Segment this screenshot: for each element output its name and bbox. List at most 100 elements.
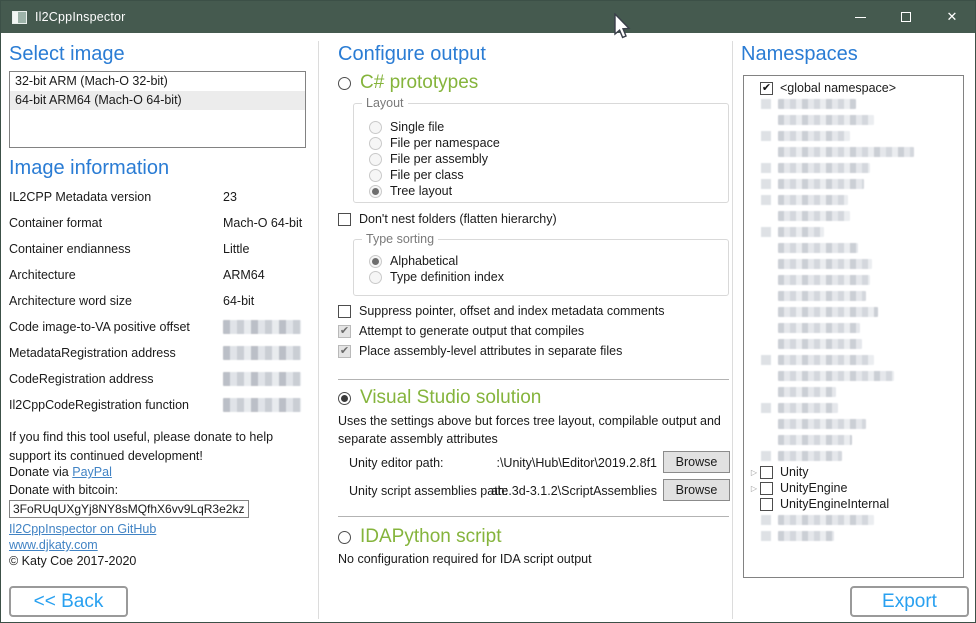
csharp-prototypes-radio[interactable] (338, 77, 351, 90)
assembly-attributes-option[interactable]: ✔ Place assembly-level attributes in sep… (338, 343, 622, 359)
redacted-bar (778, 323, 860, 333)
redacted-checkbox (761, 131, 771, 141)
section-divider (338, 379, 729, 380)
namespace-item-redacted (744, 160, 963, 176)
redacted-checkbox (761, 451, 771, 461)
close-icon: ✕ (947, 9, 958, 25)
info-row: Il2CppCodeRegistration function (9, 398, 309, 418)
bitcoin-address-input[interactable] (9, 500, 249, 518)
unityengineinternal-label: UnityEngineInternal (780, 497, 889, 511)
left-column-divider (318, 41, 319, 619)
export-button[interactable]: Export (850, 586, 969, 617)
layout-option-file-per-namespace[interactable]: File per namespace (369, 135, 728, 151)
minimize-button[interactable] (837, 1, 883, 33)
global-namespace-checkbox[interactable]: ✔ (760, 82, 773, 95)
sorting-option-type-definition-index[interactable]: Type definition index (369, 269, 728, 285)
visual-studio-radio[interactable] (338, 392, 351, 405)
title-bar[interactable]: Il2CppInspector ✕ (1, 1, 975, 33)
compilable-output-option[interactable]: ✔ Attempt to generate output that compil… (338, 323, 584, 339)
expander-icon[interactable]: ▷ (748, 468, 760, 477)
compilable-output-checkbox[interactable]: ✔ (338, 325, 351, 338)
info-label: CodeRegistration address (9, 372, 154, 386)
namespace-item-redacted (744, 176, 963, 192)
unity-assemblies-path-input[interactable]: ate.3d-3.1.2\ScriptAssemblies (491, 484, 657, 498)
csharp-prototypes-option[interactable]: C# prototypes (338, 72, 478, 94)
unityengine-checkbox[interactable] (760, 482, 773, 495)
namespace-item-unityengineinternal[interactable]: UnityEngineInternal (744, 496, 963, 512)
expander-icon[interactable]: ▷ (748, 484, 760, 493)
layout-option-tree-layout[interactable]: Tree layout (369, 183, 728, 199)
unity-label: Unity (780, 465, 808, 479)
single-file-radio[interactable] (369, 121, 382, 134)
alphabetical-radio[interactable] (369, 255, 382, 268)
tree-layout-radio[interactable] (369, 185, 382, 198)
website-link[interactable]: www.djkaty.com (9, 538, 98, 552)
unity-editor-browse-button[interactable]: Browse (663, 451, 730, 473)
namespace-item-unityengine[interactable]: ▷ UnityEngine (744, 480, 963, 496)
redacted-bar (778, 243, 858, 253)
redacted-bar (778, 115, 874, 125)
layout-group-title: Layout (362, 96, 408, 110)
unityengineinternal-checkbox[interactable] (760, 498, 773, 511)
redacted-bar (223, 372, 301, 386)
back-button[interactable]: << Back (9, 586, 128, 617)
file-per-assembly-radio[interactable] (369, 153, 382, 166)
info-value: 64-bit (223, 294, 254, 308)
maximize-button[interactable] (883, 1, 929, 33)
redacted-bar (778, 531, 834, 541)
redacted-bar (778, 339, 862, 349)
unity-assemblies-path-label: Unity script assemblies path: (349, 484, 508, 498)
flatten-hierarchy-option[interactable]: Don't nest folders (flatten hierarchy) (338, 211, 557, 227)
bitcoin-label: Donate with bitcoin: (9, 483, 118, 497)
info-label: Il2CppCodeRegistration function (9, 398, 189, 412)
namespace-item-redacted (744, 288, 963, 304)
type-sorting-options: Alphabetical Type definition index (354, 240, 728, 285)
visual-studio-option[interactable]: Visual Studio solution (338, 387, 541, 409)
idapython-radio[interactable] (338, 531, 351, 544)
select-image-heading: Select image (9, 43, 125, 66)
layout-option-file-per-assembly[interactable]: File per assembly (369, 151, 728, 167)
namespace-item-redacted (744, 368, 963, 384)
namespace-item-redacted (744, 208, 963, 224)
file-per-namespace-radio[interactable] (369, 137, 382, 150)
image-list-item[interactable]: 32-bit ARM (Mach-O 32-bit) (10, 72, 305, 91)
info-row: CodeRegistration address (9, 372, 309, 392)
type-definition-index-label: Type definition index (390, 270, 504, 284)
suppress-metadata-option[interactable]: Suppress pointer, offset and index metad… (338, 303, 665, 319)
namespace-item-global[interactable]: ✔ <global namespace> (744, 80, 963, 96)
suppress-metadata-label: Suppress pointer, offset and index metad… (359, 304, 665, 318)
sorting-option-alphabetical[interactable]: Alphabetical (369, 253, 728, 269)
redacted-bar (778, 179, 864, 189)
info-value: Mach-O 64-bit (223, 216, 302, 230)
namespace-item-redacted (744, 512, 963, 528)
suppress-metadata-checkbox[interactable] (338, 305, 351, 318)
paypal-link[interactable]: PayPal (72, 465, 112, 479)
info-label: Code image-to-VA positive offset (9, 320, 190, 334)
flatten-hierarchy-checkbox[interactable] (338, 213, 351, 226)
type-definition-index-radio[interactable] (369, 271, 382, 284)
image-list-item-selected[interactable]: 64-bit ARM64 (Mach-O 64-bit) (10, 91, 305, 110)
unity-editor-path-label: Unity editor path: (349, 456, 444, 470)
image-listbox[interactable]: 32-bit ARM (Mach-O 32-bit) 64-bit ARM64 … (9, 71, 306, 148)
unity-checkbox[interactable] (760, 466, 773, 479)
namespace-item-unity[interactable]: ▷ Unity (744, 464, 963, 480)
assembly-attributes-label: Place assembly-level attributes in separ… (359, 344, 622, 358)
file-per-class-radio[interactable] (369, 169, 382, 182)
unity-editor-path-input[interactable]: :\Unity\Hub\Editor\2019.2.8f1 (496, 456, 657, 470)
type-sorting-groupbox: Type sorting Alphabetical Type definitio… (353, 239, 729, 296)
redacted-bar (778, 195, 848, 205)
idapython-label: IDAPython script (360, 526, 502, 548)
close-button[interactable]: ✕ (929, 1, 975, 33)
app-window: Il2CppInspector ✕ Select image 32-bit AR… (0, 0, 976, 623)
maximize-icon (901, 12, 911, 22)
redacted-bar (778, 451, 842, 461)
assembly-attributes-checkbox[interactable]: ✔ (338, 345, 351, 358)
idapython-option[interactable]: IDAPython script (338, 526, 502, 548)
visual-studio-description: Uses the settings above but forces tree … (338, 413, 738, 448)
layout-option-file-per-class[interactable]: File per class (369, 167, 728, 183)
unity-assemblies-browse-button[interactable]: Browse (663, 479, 730, 501)
info-label: IL2CPP Metadata version (9, 190, 151, 204)
github-link[interactable]: Il2CppInspector on GitHub (9, 522, 156, 536)
layout-option-single-file[interactable]: Single file (369, 119, 728, 135)
namespace-list[interactable]: ✔ <global namespace> ▷ Unity ▷ UnityEngi… (743, 75, 964, 578)
